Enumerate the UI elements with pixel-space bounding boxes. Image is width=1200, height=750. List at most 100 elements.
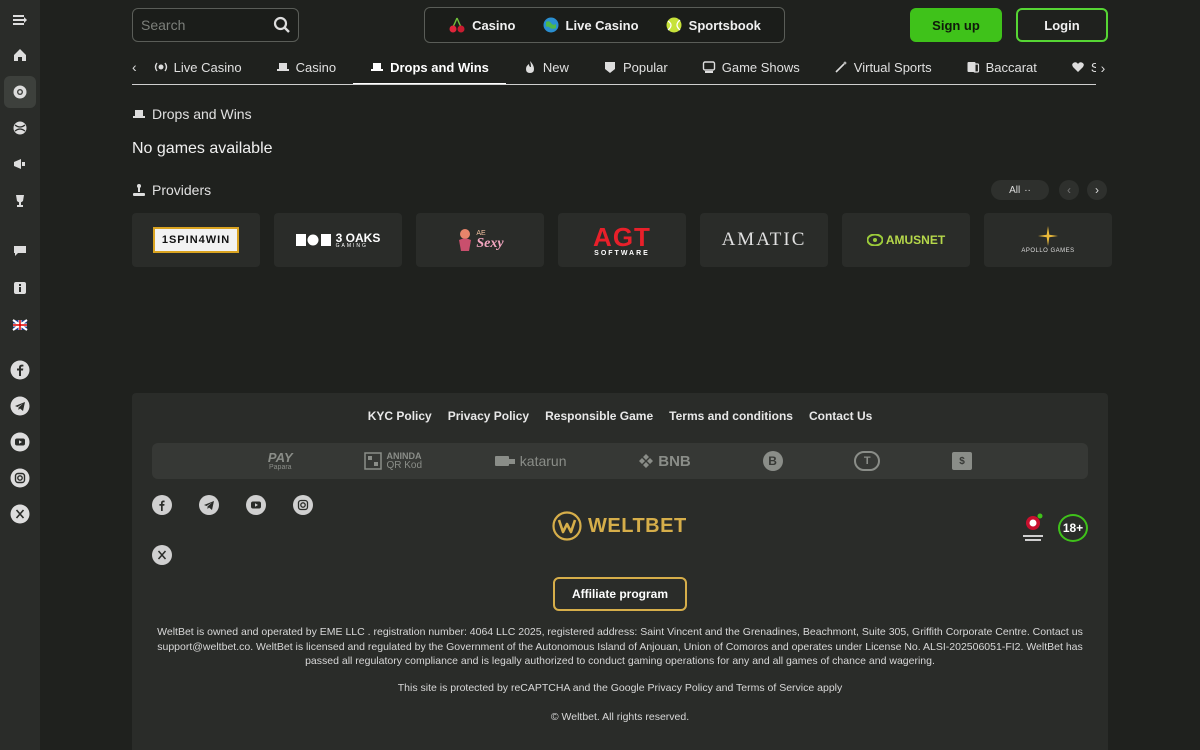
casino-chip-icon[interactable] xyxy=(4,76,36,108)
footer-x-icon[interactable] xyxy=(152,545,172,565)
tab-game-shows[interactable]: Game Shows xyxy=(685,50,817,84)
payment-methods: PAY Papara ANINDA QR Kod katarun BNB B T… xyxy=(152,443,1088,479)
tab-live-casino[interactable]: Live Casino xyxy=(137,50,259,84)
signup-button[interactable]: Sign up xyxy=(910,8,1002,42)
trophy-icon[interactable] xyxy=(4,185,36,217)
privacy-policy-link[interactable]: Privacy Policy xyxy=(448,409,529,423)
responsible-game-link[interactable]: Responsible Game xyxy=(545,409,653,423)
tab-drops-and-wins[interactable]: Drops and Wins xyxy=(353,50,506,84)
tab-virtual-sports[interactable]: Virtual Sports xyxy=(817,50,949,84)
mode-live-casino[interactable]: Live Casino xyxy=(542,16,639,34)
tab-casino[interactable]: Casino xyxy=(259,50,353,84)
kyc-policy-link[interactable]: KYC Policy xyxy=(368,409,432,423)
tab-new[interactable]: New xyxy=(506,50,586,84)
payment-katarun: katarun xyxy=(494,453,567,469)
login-button[interactable]: Login xyxy=(1016,8,1108,42)
search-icon[interactable] xyxy=(273,16,291,34)
cards-icon xyxy=(967,62,979,73)
provider-amusnet-logo: AMUSNET xyxy=(866,233,945,247)
provider-1spin4win-logo: 1SPIN4WIN xyxy=(153,227,239,253)
uk-flag-icon[interactable] xyxy=(4,309,36,341)
instagram-icon[interactable] xyxy=(4,462,36,494)
provider-3-oaks[interactable]: 3 OAKS GAMING xyxy=(274,213,402,267)
payment-qr: ANINDA QR Kod xyxy=(364,451,422,471)
provider-1spin4win[interactable]: 1SPIN4WIN xyxy=(132,213,260,267)
provider-ae-sexy[interactable]: AE Sexy xyxy=(416,213,544,267)
providers-filter-dropdown[interactable]: All ·· xyxy=(991,180,1049,200)
provider-agt-software[interactable]: AGT SOFTWARE xyxy=(558,213,686,267)
x-icon[interactable] xyxy=(4,498,36,530)
joystick-icon xyxy=(133,184,145,196)
footer-youtube-icon[interactable] xyxy=(246,495,266,515)
search-box[interactable] xyxy=(132,8,299,42)
terms-link[interactable]: Terms and conditions xyxy=(669,409,793,423)
license-seal-icon[interactable] xyxy=(1020,513,1046,543)
payment-bitcoin: B xyxy=(762,451,783,471)
providers-prev-button[interactable]: ‹ xyxy=(1059,180,1079,200)
weltbet-w-icon xyxy=(552,511,582,541)
provider-ae-sexy-logo: AE Sexy xyxy=(456,228,504,252)
star-icon xyxy=(1037,226,1058,246)
footer-telegram-icon[interactable] xyxy=(199,495,219,515)
globe-icon xyxy=(543,17,559,33)
chevron-left-icon: ‹ xyxy=(1067,183,1071,197)
bitcoin-icon: B xyxy=(762,451,783,471)
payment-tether: T xyxy=(854,451,881,471)
contact-us-link[interactable]: Contact Us xyxy=(809,409,872,423)
providers-next-button[interactable]: › xyxy=(1087,180,1107,200)
provider-apollo-logo: APOLLO GAMES xyxy=(1021,226,1074,254)
search-input[interactable] xyxy=(141,17,261,33)
footer-instagram-icon[interactable] xyxy=(293,495,313,515)
provider-3-oaks-logo: 3 OAKS GAMING xyxy=(295,232,380,249)
chevron-right-icon: › xyxy=(1095,183,1099,197)
tab-baccarat[interactable]: Baccarat xyxy=(949,50,1054,84)
home-icon[interactable] xyxy=(4,39,36,71)
sidebar xyxy=(0,0,40,750)
footer-links: KYC Policy Privacy Policy Responsible Ga… xyxy=(132,409,1108,423)
amusnet-mark-icon xyxy=(866,234,883,246)
category-tabs: ‹ Live Casino Casino Drops and Wins New … xyxy=(132,50,1108,85)
wallet-icon xyxy=(494,456,515,466)
tennis-ball-icon xyxy=(666,17,682,33)
provider-amusnet[interactable]: AMUSNET xyxy=(842,213,970,267)
tether-icon: T xyxy=(854,451,881,471)
payment-bnb: BNB xyxy=(638,453,691,470)
recaptcha-notice: This site is protected by reCAPTCHA and … xyxy=(397,682,843,694)
tv-icon xyxy=(702,61,715,73)
mode-casino[interactable]: Casino xyxy=(448,16,515,34)
weltbet-logo[interactable]: WELTBET xyxy=(552,511,687,541)
footer: KYC Policy Privacy Policy Responsible Ga… xyxy=(132,393,1108,750)
tab-popular[interactable]: Popular xyxy=(586,50,685,84)
bnb-icon xyxy=(639,454,654,468)
wand-icon xyxy=(835,61,847,73)
mode-sportsbook[interactable]: Sportsbook xyxy=(665,16,761,34)
sports-ball-icon[interactable] xyxy=(4,112,36,144)
heart-icon xyxy=(1072,62,1084,72)
flame-icon xyxy=(525,61,534,73)
hat-icon xyxy=(133,110,145,118)
payment-cash: $ xyxy=(952,452,973,470)
ae-sexy-figure-icon xyxy=(459,229,472,251)
hat-icon xyxy=(276,63,289,71)
section-title: Drops and Wins xyxy=(132,106,252,122)
info-icon[interactable] xyxy=(4,272,36,304)
affiliate-program-button[interactable]: Affiliate program xyxy=(553,577,687,611)
footer-facebook-icon[interactable] xyxy=(152,495,172,515)
megaphone-icon[interactable] xyxy=(4,148,36,180)
oaks-mark-icon xyxy=(295,234,331,246)
app-root: Casino Live Casino Sportsbook Sign up Lo… xyxy=(0,0,1200,750)
telegram-icon[interactable] xyxy=(4,390,36,422)
youtube-icon[interactable] xyxy=(4,426,36,458)
facebook-icon[interactable] xyxy=(4,354,36,386)
tabs-scroll-right-icon[interactable]: › xyxy=(1096,50,1110,85)
badge-icon xyxy=(604,62,615,73)
provider-apollo-games[interactable]: APOLLO GAMES xyxy=(984,213,1112,267)
mode-switcher: Casino Live Casino Sportsbook xyxy=(424,7,785,43)
provider-amatic[interactable]: AMATIC xyxy=(700,213,828,267)
footer-badges: 18+ xyxy=(1020,513,1088,543)
menu-icon[interactable] xyxy=(4,4,36,36)
provider-agt-logo: AGT SOFTWARE xyxy=(593,221,651,257)
live-icon xyxy=(154,62,167,72)
chat-icon[interactable] xyxy=(4,234,36,266)
hat-icon xyxy=(371,63,384,71)
